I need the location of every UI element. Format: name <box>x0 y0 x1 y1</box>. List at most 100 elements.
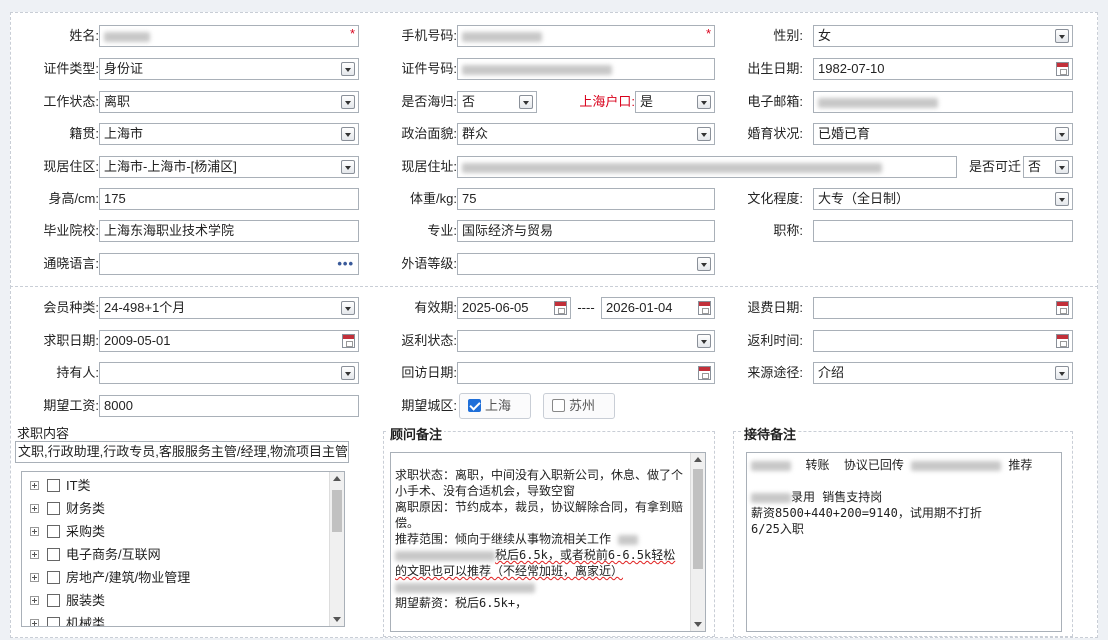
checkbox-icon[interactable] <box>47 548 60 561</box>
rebate-status-select[interactable] <box>457 330 715 352</box>
scroll-down-icon[interactable] <box>333 617 341 622</box>
expand-plus-icon[interactable] <box>30 527 39 536</box>
education-select[interactable]: 大专（全日制） <box>813 188 1073 210</box>
more-icon[interactable]: ••• <box>337 254 354 274</box>
tree-item[interactable]: 采购类 <box>22 520 344 543</box>
hukou-select[interactable]: 是 <box>635 91 715 113</box>
phone-input[interactable]: * <box>457 25 715 47</box>
gender-select[interactable]: 女 <box>813 25 1073 47</box>
checkbox-checked-icon[interactable] <box>468 399 481 412</box>
checkbox-icon[interactable] <box>47 479 60 492</box>
native-select[interactable]: 上海市 <box>99 123 359 145</box>
visit-date-input[interactable] <box>457 362 715 384</box>
id-no-input[interactable] <box>457 58 715 80</box>
title-input[interactable] <box>813 220 1073 242</box>
scroll-thumb[interactable] <box>693 469 703 569</box>
job-content-title: 求职内容 <box>17 426 70 441</box>
job-content-summary[interactable]: 文职,行政助理,行政专员,客服服务主管/经理,物流项目主管 <box>15 441 349 463</box>
source-select[interactable]: 介绍 <box>813 362 1073 384</box>
calendar-icon[interactable] <box>698 301 711 315</box>
refund-date-input[interactable] <box>813 297 1073 319</box>
valid-end-input[interactable]: 2026-01-04 <box>601 297 715 319</box>
expand-plus-icon[interactable] <box>30 504 39 513</box>
expand-plus-icon[interactable] <box>30 481 39 490</box>
relocate-select[interactable]: 否 <box>1023 156 1073 178</box>
calendar-icon[interactable] <box>1056 334 1069 348</box>
rebate-time-input[interactable] <box>813 330 1073 352</box>
politics-select[interactable]: 群众 <box>457 123 715 145</box>
advisor-line: 期望薪资：税后6.5k+， <box>395 596 528 610</box>
tree-item[interactable]: 房地产/建筑/物业管理 <box>22 566 344 589</box>
chevron-down-icon[interactable] <box>341 301 355 315</box>
city-option-suzhou[interactable]: 苏州 <box>543 393 615 419</box>
tree-item[interactable]: 财务类 <box>22 497 344 520</box>
tree-item[interactable]: IT类 <box>22 474 344 497</box>
work-status-select[interactable]: 离职 <box>99 91 359 113</box>
address-input[interactable] <box>457 156 957 178</box>
birth-date-input[interactable]: 1982-07-10 <box>813 58 1073 80</box>
reception-note-title: 接待备注 <box>742 424 799 443</box>
scroll-up-icon[interactable] <box>694 457 702 462</box>
chevron-down-icon[interactable] <box>697 334 711 348</box>
chevron-down-icon[interactable] <box>697 257 711 271</box>
expand-plus-icon[interactable] <box>30 596 39 605</box>
chevron-down-icon[interactable] <box>341 62 355 76</box>
language-input[interactable]: ••• <box>99 253 359 275</box>
chevron-down-icon[interactable] <box>341 95 355 109</box>
checkbox-icon[interactable] <box>47 525 60 538</box>
refund-date-label: 退费日期: <box>747 300 803 315</box>
calendar-icon[interactable] <box>698 366 711 380</box>
checkbox-icon[interactable] <box>552 399 565 412</box>
advisor-note-textarea[interactable]: 求职状态：离职，中间没有入职新公司，休息、做了个小手术、没有合适机会，导致空窗 … <box>390 452 706 632</box>
scroll-up-icon[interactable] <box>333 476 341 481</box>
checkbox-icon[interactable] <box>47 502 60 515</box>
email-input[interactable] <box>813 91 1073 113</box>
chevron-down-icon[interactable] <box>341 160 355 174</box>
chevron-down-icon[interactable] <box>1055 127 1069 141</box>
chevron-down-icon[interactable] <box>1055 160 1069 174</box>
weight-input[interactable]: 75 <box>457 188 715 210</box>
chevron-down-icon[interactable] <box>697 95 711 109</box>
foreign-level-select[interactable] <box>457 253 715 275</box>
advisor-scrollbar[interactable] <box>690 453 705 631</box>
tree-item[interactable]: 电子商务/互联网 <box>22 543 344 566</box>
job-date-input[interactable]: 2009-05-01 <box>99 330 359 352</box>
calendar-icon[interactable] <box>1056 62 1069 76</box>
residence-select[interactable]: 上海市-上海市-[杨浦区] <box>99 156 359 178</box>
valid-start-input[interactable]: 2025-06-05 <box>457 297 571 319</box>
calendar-icon[interactable] <box>342 334 355 348</box>
id-type-select[interactable]: 身份证 <box>99 58 359 80</box>
school-input[interactable]: 上海东海职业技术学院 <box>99 220 359 242</box>
expand-plus-icon[interactable] <box>30 550 39 559</box>
expand-plus-icon[interactable] <box>30 619 39 626</box>
scroll-thumb[interactable] <box>332 490 342 532</box>
tree-scrollbar[interactable] <box>329 472 344 626</box>
tree-item[interactable]: 服装类 <box>22 589 344 612</box>
checkbox-icon[interactable] <box>47 594 60 607</box>
calendar-icon[interactable] <box>1056 301 1069 315</box>
name-input[interactable]: * <box>99 25 359 47</box>
holder-select[interactable] <box>99 362 359 384</box>
expand-plus-icon[interactable] <box>30 573 39 582</box>
member-type-select[interactable]: 24-498+1个月 <box>99 297 359 319</box>
checkbox-icon[interactable] <box>47 571 60 584</box>
chevron-down-icon[interactable] <box>341 366 355 380</box>
reception-note-textarea[interactable]: 转账 协议已回传 推荐 录用 销售支持岗 薪资8500+440+200=9140… <box>746 452 1062 632</box>
salary-input[interactable]: 8000 <box>99 395 359 417</box>
marital-select[interactable]: 已婚已育 <box>813 123 1073 145</box>
height-input[interactable]: 175 <box>99 188 359 210</box>
major-input[interactable]: 国际经济与贸易 <box>457 220 715 242</box>
chevron-down-icon[interactable] <box>519 95 533 109</box>
overseas-select[interactable]: 否 <box>457 91 537 113</box>
checkbox-icon[interactable] <box>47 617 60 626</box>
tree-item[interactable]: 机械类 <box>22 612 344 626</box>
job-category-tree[interactable]: IT类 财务类 采购类 电子商务/互联网 房地产/建筑/物业管理 服装类 机械类 <box>21 471 345 627</box>
chevron-down-icon[interactable] <box>341 127 355 141</box>
calendar-icon[interactable] <box>554 301 567 315</box>
scroll-down-icon[interactable] <box>694 622 702 627</box>
chevron-down-icon[interactable] <box>1055 29 1069 43</box>
chevron-down-icon[interactable] <box>1055 366 1069 380</box>
chevron-down-icon[interactable] <box>697 127 711 141</box>
chevron-down-icon[interactable] <box>1055 192 1069 206</box>
city-option-shanghai[interactable]: 上海 <box>459 393 531 419</box>
